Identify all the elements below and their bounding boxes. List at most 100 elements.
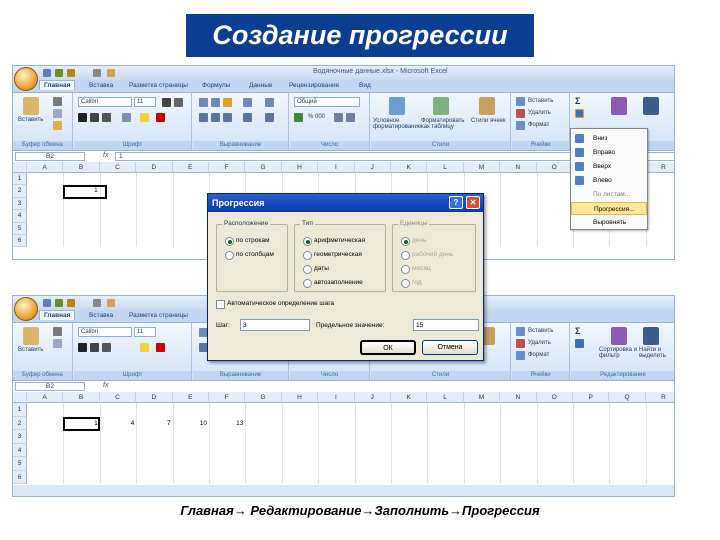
- column-header[interactable]: D: [136, 392, 173, 403]
- sort-filter-icon[interactable]: [611, 97, 627, 115]
- cell-styles-icon[interactable]: [479, 97, 495, 115]
- currency-icon[interactable]: [294, 113, 303, 122]
- cancel-button[interactable]: Отмена: [422, 340, 478, 355]
- font-size-select[interactable]: 11: [134, 327, 156, 337]
- bold-icon[interactable]: [78, 113, 87, 122]
- format-cells-icon[interactable]: [516, 121, 525, 130]
- column-header[interactable]: M: [463, 162, 501, 173]
- format-cells-icon[interactable]: [516, 351, 525, 360]
- fill-menu-left[interactable]: Влево: [571, 174, 647, 187]
- tab-home[interactable]: Главная: [39, 310, 76, 320]
- radio-dates[interactable]: даты: [303, 265, 329, 274]
- row-header[interactable]: 5: [13, 222, 27, 235]
- border-icon[interactable]: [122, 113, 131, 122]
- radio-autofill[interactable]: автозаполнение: [303, 279, 363, 288]
- cell-value[interactable]: 13: [209, 417, 245, 431]
- align-middle-icon[interactable]: [211, 98, 220, 107]
- delete-cells-label[interactable]: Удалить: [528, 340, 551, 346]
- column-header[interactable]: O: [536, 392, 573, 403]
- column-header[interactable]: C: [99, 392, 137, 403]
- find-select-label[interactable]: Найти и выделить: [639, 347, 673, 359]
- wrap-text-icon[interactable]: [265, 98, 274, 107]
- radio-workday[interactable]: рабочий день: [401, 251, 453, 260]
- align-top-icon[interactable]: [199, 98, 208, 107]
- radio-month[interactable]: месяц: [401, 265, 431, 274]
- row-header[interactable]: 2: [13, 185, 27, 198]
- column-header[interactable]: J: [354, 392, 391, 403]
- auto-step-checkbox[interactable]: Автоматическое определение шага: [216, 300, 334, 309]
- sort-filter-label[interactable]: Сортировка и фильтр: [599, 347, 639, 359]
- select-all-corner[interactable]: [13, 392, 27, 403]
- font-color-icon[interactable]: [156, 113, 165, 122]
- column-header[interactable]: H: [281, 162, 319, 173]
- open-icon[interactable]: [107, 69, 115, 77]
- column-header[interactable]: F: [209, 392, 246, 403]
- paste-icon[interactable]: [23, 327, 39, 345]
- office-button[interactable]: [14, 297, 38, 321]
- tab-insert[interactable]: Вставка: [85, 311, 117, 320]
- radio-day[interactable]: день: [401, 237, 426, 246]
- align-center-icon[interactable]: [211, 113, 220, 122]
- cut-icon[interactable]: [53, 327, 62, 336]
- radio-by-rows[interactable]: по строкам: [225, 237, 269, 246]
- insert-cells-label[interactable]: Вставить: [528, 98, 553, 104]
- column-header[interactable]: E: [172, 392, 209, 403]
- name-box[interactable]: B2: [15, 382, 85, 391]
- fill-menu-right[interactable]: Вправо: [571, 146, 647, 159]
- radio-by-columns[interactable]: по столбцам: [225, 251, 274, 260]
- column-header[interactable]: J: [354, 162, 391, 173]
- format-table-label[interactable]: Форматировать как таблицу: [421, 118, 465, 130]
- conditional-format-label[interactable]: Условное форматирование: [373, 118, 421, 130]
- radio-geometric[interactable]: геометрическая: [303, 251, 362, 260]
- column-header[interactable]: C: [99, 162, 137, 173]
- delete-cells-label[interactable]: Удалить: [528, 110, 551, 116]
- fill-color-icon[interactable]: [140, 113, 149, 122]
- autosum-icon[interactable]: Σ: [575, 326, 580, 336]
- italic-icon[interactable]: [90, 113, 99, 122]
- row-header[interactable]: 1: [13, 403, 27, 417]
- column-header[interactable]: D: [136, 162, 173, 173]
- cell-value[interactable]: 4: [100, 417, 136, 431]
- save-icon[interactable]: [43, 299, 51, 307]
- number-symbols[interactable]: % 000: [308, 114, 325, 120]
- tab-page-layout[interactable]: Разметка страницы: [125, 81, 192, 90]
- column-header[interactable]: R: [645, 392, 674, 403]
- column-header[interactable]: L: [427, 162, 464, 173]
- fill-menu-justify[interactable]: Выровнять: [571, 216, 647, 229]
- align-right-icon[interactable]: [223, 113, 232, 122]
- indent-icon[interactable]: [243, 113, 252, 122]
- fx-icon[interactable]: fx: [103, 152, 108, 159]
- italic-icon[interactable]: [90, 343, 99, 352]
- copy-icon[interactable]: [53, 109, 62, 118]
- column-header[interactable]: K: [391, 392, 428, 403]
- fill-icon[interactable]: [575, 109, 584, 118]
- office-button[interactable]: [14, 67, 38, 91]
- tab-view[interactable]: Вид: [355, 81, 375, 90]
- shrink-font-icon[interactable]: [174, 98, 183, 107]
- undo-icon[interactable]: [55, 299, 63, 307]
- column-header[interactable]: N: [500, 392, 537, 403]
- ok-button[interactable]: ОК: [360, 340, 416, 355]
- column-header[interactable]: I: [318, 392, 355, 403]
- column-header[interactable]: Q: [609, 392, 646, 403]
- font-size-select[interactable]: 11: [134, 97, 156, 107]
- increase-decimal-icon[interactable]: [334, 113, 343, 122]
- bold-icon[interactable]: [78, 343, 87, 352]
- fx-icon[interactable]: fx: [103, 382, 108, 389]
- row-header[interactable]: 4: [13, 210, 27, 223]
- open-icon[interactable]: [107, 299, 115, 307]
- print-icon[interactable]: [93, 69, 101, 77]
- insert-cells-icon[interactable]: [516, 327, 525, 336]
- column-header[interactable]: G: [245, 162, 282, 173]
- save-icon[interactable]: [43, 69, 51, 77]
- paste-label[interactable]: Вставить: [18, 117, 43, 123]
- merge-icon[interactable]: [265, 113, 274, 122]
- column-header[interactable]: M: [463, 392, 501, 403]
- column-header[interactable]: O: [536, 162, 573, 173]
- cell-value[interactable]: 10: [173, 417, 209, 431]
- underline-icon[interactable]: [102, 113, 111, 122]
- fill-color-icon[interactable]: [140, 343, 149, 352]
- number-format-select[interactable]: Общий: [294, 97, 360, 107]
- format-table-icon[interactable]: [433, 97, 449, 115]
- step-input[interactable]: 3: [240, 319, 310, 331]
